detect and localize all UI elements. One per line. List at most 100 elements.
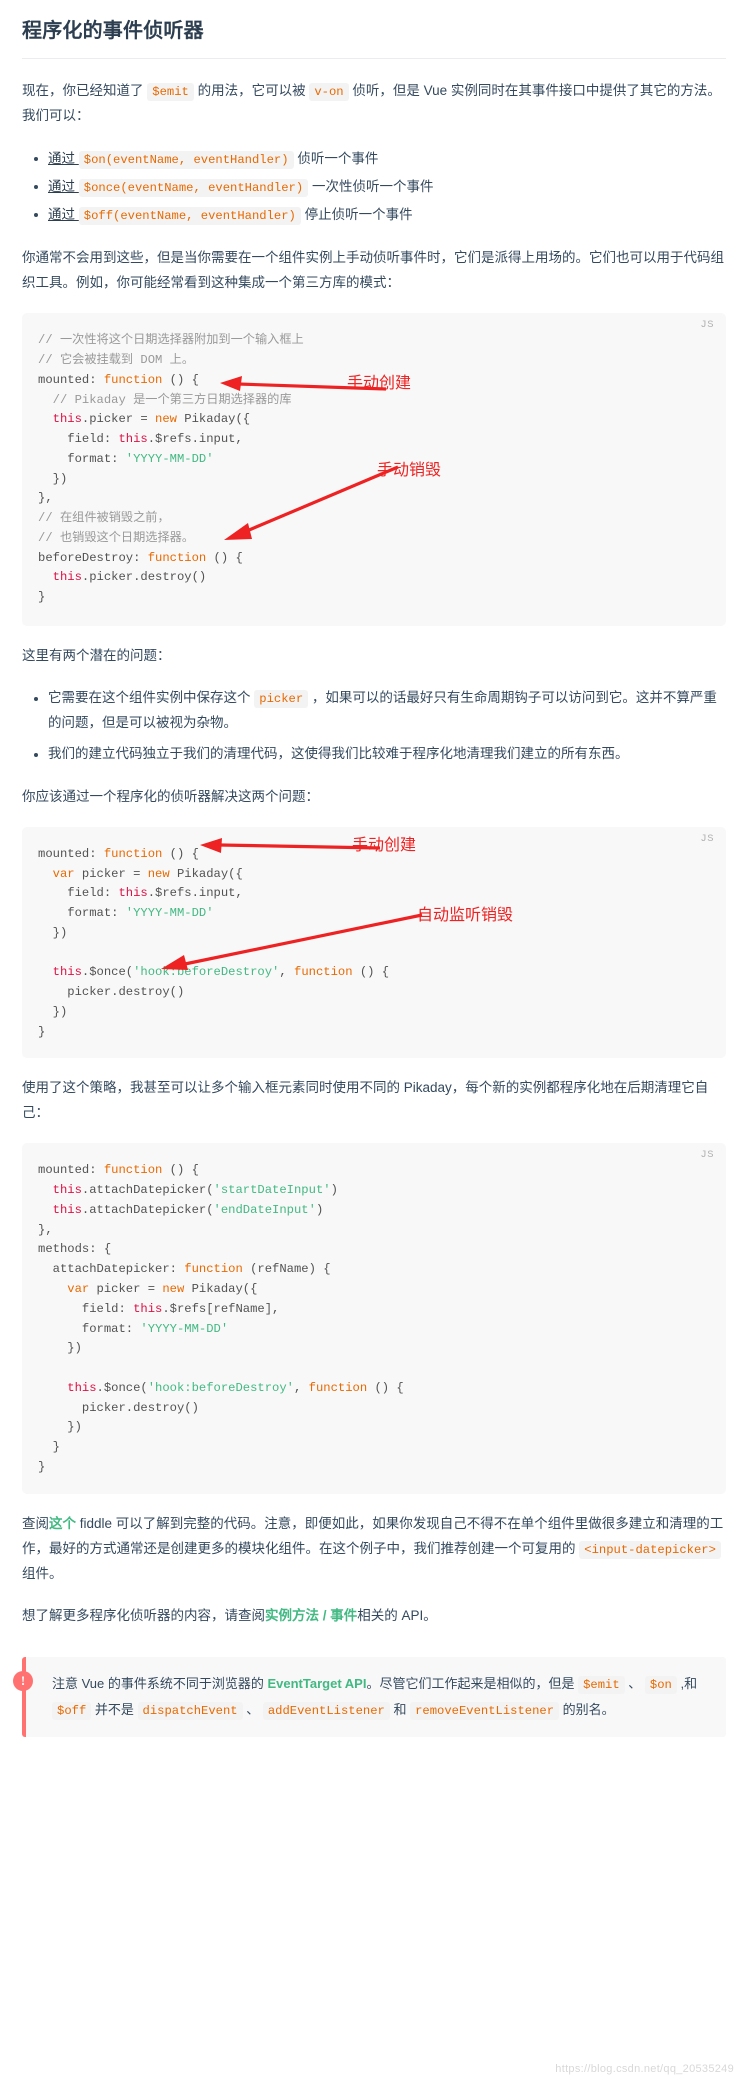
- inline-code-removeeventlistener: removeEventListener: [410, 1701, 560, 1720]
- code-token: .$refs.input,: [147, 432, 243, 447]
- warning-text-7: 和: [389, 1701, 411, 1717]
- code-block-1: JS // 一次性将这个日期选择器附加到一个输入框上 // 它会被挂载到 DOM…: [22, 313, 726, 626]
- more-text-1: 想了解更多程序化侦听器的内容，请查阅: [22, 1607, 265, 1623]
- code-block-2: JS mounted: function () { var picker = n…: [22, 826, 726, 1059]
- code-token: .$refs[refName],: [162, 1301, 280, 1316]
- inline-code-dispatchevent: dispatchEvent: [137, 1701, 243, 1720]
- warning-text-8: 的别名。: [559, 1701, 615, 1717]
- code-token: new: [162, 1281, 185, 1296]
- method-link-prefix[interactable]: 通过: [48, 151, 79, 166]
- fiddle-paragraph: 查阅这个 fiddle 可以了解到完整的代码。注意，即便如此，如果你发现自己不得…: [22, 1512, 726, 1587]
- intro-paragraph: 现在，你已经知道了 $emit 的用法，它可以被 v-on 侦听，但是 Vue …: [22, 79, 726, 129]
- code-token: function: [103, 372, 163, 387]
- code-token: attachDatepicker:: [38, 1262, 185, 1277]
- method-suffix: 一次性侦听一个事件: [308, 178, 434, 194]
- list-item: 它需要在这个组件实例中保存这个 picker ，如果可以的话最好只有生命周期钩子…: [34, 686, 726, 736]
- code-token: field:: [38, 432, 119, 447]
- code-token: }): [38, 1420, 82, 1435]
- code-token: // 它会被挂载到 DOM 上。: [38, 352, 195, 367]
- code-token: (refName) {: [242, 1262, 331, 1277]
- code-token: function: [103, 1163, 163, 1178]
- code-token: format:: [38, 451, 126, 466]
- code-token: format:: [38, 1321, 141, 1336]
- code-token: mounted:: [38, 372, 104, 387]
- method-suffix: 侦听一个事件: [293, 150, 379, 166]
- code-token: picker =: [74, 866, 148, 881]
- intro-text-2: 的用法，它可以被: [193, 83, 310, 98]
- code-token: Pikaday({: [169, 866, 243, 881]
- code-token: this: [118, 432, 148, 447]
- inline-code-picker: picker: [254, 689, 309, 708]
- problem-list: 它需要在这个组件实例中保存这个 picker ，如果可以的话最好只有生命周期钩子…: [22, 686, 726, 767]
- code-content-2[interactable]: mounted: function () { var picker = new …: [38, 845, 710, 1043]
- warning-text-1: 注意 Vue 的事件系统不同于浏览器的: [52, 1675, 268, 1691]
- watermark: https://blog.csdn.net/qq_20535249: [555, 2063, 734, 2075]
- list-item: 通过 $once(eventName, eventHandler) 一次性侦听一…: [34, 174, 726, 201]
- code-token: this: [38, 965, 82, 980]
- code-token: ): [330, 1183, 338, 1198]
- code-token: .$refs.input,: [147, 886, 243, 901]
- problem-text-2: 我们的建立代码独立于我们的清理代码，这使得我们比较难于程序化地清理我们建立的所有…: [48, 745, 629, 761]
- code-token: var: [38, 866, 75, 881]
- code-token: () {: [352, 965, 390, 980]
- code-token: field:: [38, 886, 119, 901]
- method-list: 通过 $on(eventName, eventHandler) 侦听一个事件 通…: [22, 146, 726, 228]
- warning-text: 注意 Vue 的事件系统不同于浏览器的 EventTarget API。尽管它们…: [52, 1671, 710, 1724]
- code-token: () {: [162, 846, 199, 861]
- instance-methods-events-link[interactable]: 实例方法 / 事件: [265, 1608, 357, 1623]
- code-token: }): [38, 1341, 82, 1356]
- code-token: 'startDateInput': [213, 1183, 331, 1198]
- inline-code-off: $off(eventName, eventHandler): [78, 206, 301, 225]
- code-token: .$once(: [81, 965, 134, 980]
- code-token: // 也销毁这个日期选择器。: [38, 530, 195, 545]
- inline-code-off-2: $off: [52, 1701, 92, 1720]
- inline-code-emit-2: $emit: [578, 1675, 625, 1694]
- inline-code-emit: $emit: [147, 83, 194, 101]
- code-token: function: [103, 846, 163, 861]
- code-token: this: [38, 1380, 97, 1395]
- method-link-prefix[interactable]: 通过: [48, 207, 79, 222]
- code-block-3: JS mounted: function () { this.attachDat…: [22, 1143, 726, 1494]
- code-content-3[interactable]: mounted: function () { this .attachDatepi…: [38, 1161, 710, 1477]
- list-item: 通过 $on(eventName, eventHandler) 侦听一个事件: [34, 146, 726, 173]
- code-token: // Pikaday 是一个第三方日期选择器的库: [38, 392, 292, 407]
- code-token: this: [38, 412, 82, 427]
- warning-text-3: 、: [624, 1675, 645, 1691]
- intro-text-1: 现在，你已经知道了: [22, 83, 148, 98]
- inline-code-on: $on(eventName, eventHandler): [78, 150, 294, 169]
- code-token: .picker =: [81, 412, 156, 427]
- fiddle-link[interactable]: 这个: [49, 1516, 76, 1531]
- code-token: // 在组件被销毁之前，: [38, 511, 170, 526]
- code-token: () {: [206, 550, 243, 565]
- code-token: picker.destroy(): [38, 985, 185, 1000]
- code-token: }: [38, 590, 46, 605]
- code-token: format:: [38, 906, 126, 921]
- warning-text-4: ,和: [676, 1675, 698, 1691]
- code-token: },: [38, 1222, 53, 1237]
- code-token: new: [155, 412, 177, 427]
- code-token: this: [38, 1202, 82, 1217]
- eventtarget-api-link[interactable]: EventTarget API: [267, 1676, 366, 1691]
- title-divider: [22, 58, 726, 59]
- code-lang-label: JS: [700, 832, 714, 845]
- code-token: }: [38, 1459, 46, 1474]
- more-info-paragraph: 想了解更多程序化侦听器的内容，请查阅实例方法 / 事件相关的 API。: [22, 1604, 726, 1629]
- code-content-1[interactable]: // 一次性将这个日期选择器附加到一个输入框上 // 它会被挂载到 DOM 上。…: [38, 331, 710, 608]
- inline-code-once: $once(eventName, eventHandler): [78, 178, 309, 197]
- fiddle-text-3: 组件。: [22, 1565, 63, 1581]
- method-link-prefix[interactable]: 通过: [48, 179, 79, 194]
- page-title: 程序化的事件侦听器: [22, 20, 204, 42]
- code-token: mounted:: [38, 1163, 104, 1178]
- more-text-2: 相关的 API。: [357, 1607, 437, 1623]
- code-token: mounted:: [38, 846, 104, 861]
- problem-text-1a: 它需要在这个组件实例中保存这个: [48, 689, 255, 705]
- list-item: 我们的建立代码独立于我们的清理代码，这使得我们比较难于程序化地清理我们建立的所有…: [34, 742, 726, 767]
- code-token: () {: [367, 1380, 404, 1395]
- code-token: 'hook:beforeDestroy': [133, 965, 280, 980]
- code-token: .attachDatepicker(: [81, 1183, 214, 1198]
- code-token: }: [38, 1440, 60, 1455]
- code-token: }): [38, 471, 68, 486]
- warning-text-5: 并不是: [91, 1701, 138, 1717]
- code-token: var: [38, 1281, 90, 1296]
- warning-callout: ! 注意 Vue 的事件系统不同于浏览器的 EventTarget API。尽管…: [13, 1656, 726, 1738]
